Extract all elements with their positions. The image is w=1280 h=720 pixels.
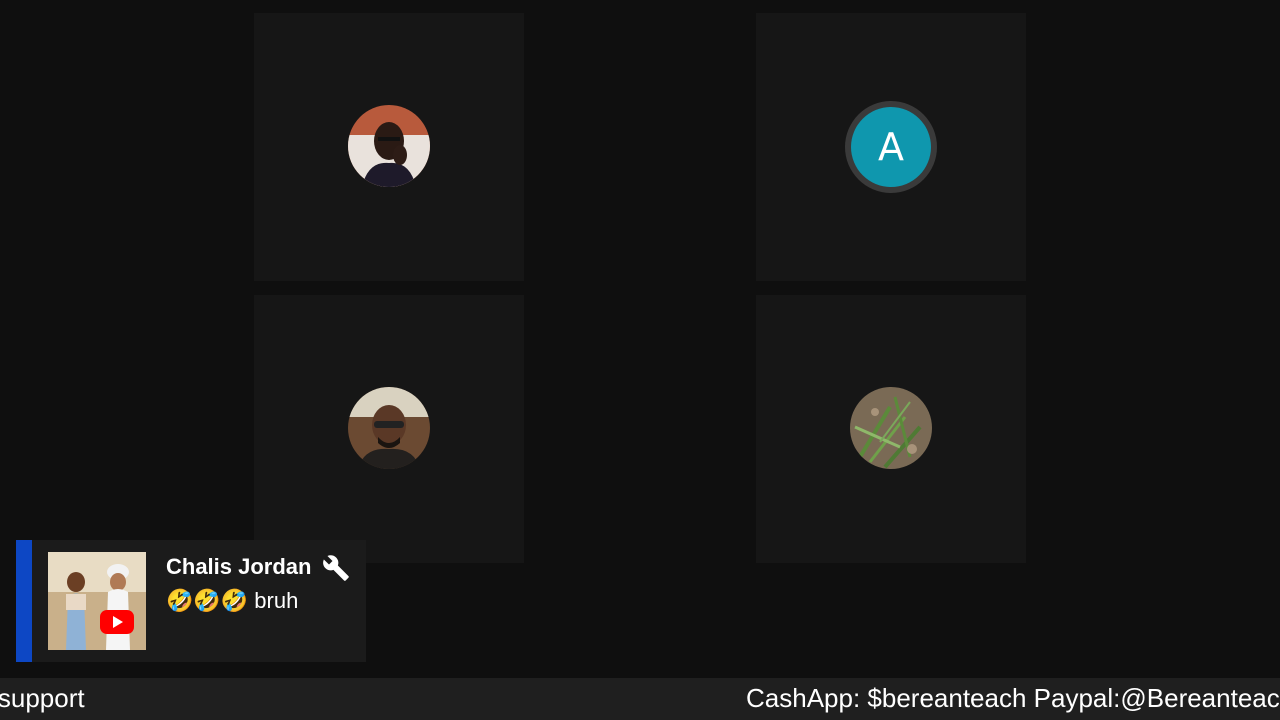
participant-tile-3 xyxy=(254,295,524,563)
ticker-text-left: r support xyxy=(0,683,85,713)
chat-accent-bar xyxy=(16,540,32,662)
participant-avatar-2: A xyxy=(845,101,937,193)
ticker-text-right: CashApp: $bereanteach Paypal:@Bereanteac… xyxy=(746,683,1280,713)
wrench-icon xyxy=(323,555,349,581)
chat-author-thumbnail xyxy=(48,552,146,650)
chat-author-name: Chalis Jordan xyxy=(166,554,312,579)
participant-tile-2: A xyxy=(756,13,1026,281)
participant-avatar-3 xyxy=(348,387,430,469)
participant-avatar-1 xyxy=(348,105,430,187)
participant-avatar-4 xyxy=(850,387,932,469)
stream-canvas: A Chalis Jordan 🤣🤣🤣 bruh support CashApp… xyxy=(0,0,1280,720)
avatar-letter: A xyxy=(851,107,931,187)
participant-tile-4 xyxy=(756,295,1026,563)
participant-tile-1 xyxy=(254,13,524,281)
chat-message: 🤣🤣🤣 bruh xyxy=(166,588,299,613)
youtube-icon xyxy=(100,610,134,634)
chat-highlight-card: Chalis Jordan 🤣🤣🤣 bruh xyxy=(16,540,366,662)
scrolling-ticker: r support CashApp: $bereanteach Paypal:@… xyxy=(0,678,1280,720)
